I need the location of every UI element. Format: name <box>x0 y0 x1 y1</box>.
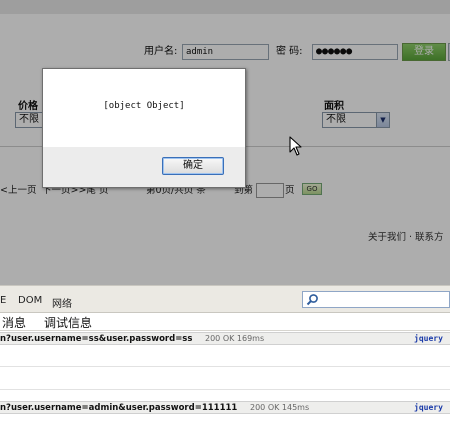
subtab-debug-info[interactable]: 调试信息 <box>44 314 92 331</box>
divider <box>0 366 450 367</box>
divider <box>0 389 450 390</box>
devtools-search-input[interactable] <box>302 291 450 308</box>
devtools-panel: E DOM 网络 消息 调试信息 n?user.username=ss&user… <box>0 285 450 427</box>
tab-console-partial[interactable]: E <box>0 295 6 306</box>
request-row[interactable]: n?user.username=admin&user.password=1111… <box>0 401 450 414</box>
tab-dom[interactable]: DOM <box>18 295 42 306</box>
ok-button[interactable]: 确定 <box>162 157 224 175</box>
mouse-cursor-icon <box>289 136 302 156</box>
request-url: n?user.username=ss&user.password=ss <box>0 334 193 344</box>
request-row[interactable]: n?user.username=ss&user.password=ss 200 … <box>0 332 450 345</box>
request-url: n?user.username=admin&user.password=1111… <box>0 403 238 413</box>
devtools-subtabs: 消息 调试信息 <box>0 313 450 331</box>
alert-dialog: [object Object] 确定 <box>42 68 246 188</box>
subtab-messages[interactable]: 消息 <box>2 314 26 331</box>
tab-network[interactable]: 网络 <box>52 295 72 310</box>
request-status: 200 OK 145ms <box>250 403 310 412</box>
request-source-link[interactable]: jquery <box>414 333 443 345</box>
request-source-link[interactable]: jquery <box>414 402 443 414</box>
request-status: 200 OK 169ms <box>205 334 265 343</box>
search-icon <box>306 294 318 306</box>
dialog-message: [object Object] <box>103 101 185 111</box>
devtools-tab-bar: E DOM 网络 <box>0 285 450 313</box>
